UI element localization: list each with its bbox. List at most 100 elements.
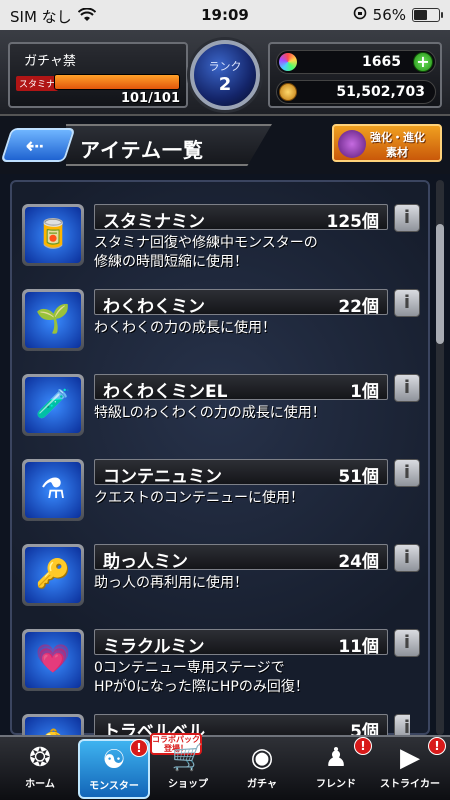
materials-icon bbox=[338, 130, 366, 158]
item-description: 助っ人の再利用に使用！ bbox=[94, 574, 394, 593]
item-desc-line: 特級Lのわくわくの力の成長に使用！ bbox=[94, 405, 326, 421]
nav-gacha[interactable]: ◉ ガチャ bbox=[226, 739, 298, 799]
add-orb-button[interactable]: + bbox=[413, 52, 433, 72]
item-row[interactable]: 🌱 わくわくミン 22個 i わくわくの力の成長に使用！ bbox=[18, 285, 420, 357]
item-row[interactable]: 💗 ミラクルミン 11個 i 0コンテニュー専用ステージで HPが0になった際に… bbox=[18, 625, 420, 697]
item-desc-line: 助っ人の再利用に使用！ bbox=[94, 575, 248, 591]
nav-striker-label: ストライカー bbox=[380, 779, 440, 790]
info-button[interactable]: i bbox=[394, 204, 420, 232]
item-description: クエストのコンテニューに使用！ bbox=[94, 489, 394, 508]
helper-bottle-icon: 🔑 bbox=[25, 547, 81, 603]
item-name: わくわくミン bbox=[103, 297, 205, 317]
item-name: コンテニュミン bbox=[103, 467, 222, 487]
back-button[interactable]: ⇠ bbox=[0, 128, 76, 162]
item-description: スタミナ回復や修練中モンスターの 修練の時間短縮に使用！ bbox=[94, 234, 394, 272]
nav-home[interactable]: ❂ ホーム bbox=[4, 739, 76, 799]
continue-flask-icon: ⚗ bbox=[25, 462, 81, 518]
monster-alert-badge: ! bbox=[130, 739, 148, 757]
item-name-bar: わくわくミンEL 1個 bbox=[94, 374, 388, 402]
player-header: ガチャ禁 スタミナ 101/101 ランク 2 1665 + 51,502,70… bbox=[0, 30, 450, 116]
scroll-thumb[interactable] bbox=[436, 224, 444, 344]
stamina-label: スタミナ bbox=[16, 76, 59, 91]
item-name-bar: ミラクルミン 11個 bbox=[94, 629, 388, 657]
stamina-can-icon: 🥫 bbox=[25, 207, 81, 263]
evo-button-label-2: 素材 bbox=[386, 146, 408, 159]
item-description: 0コンテニュー専用ステージで HPが0になった際にHPのみ回復！ bbox=[94, 659, 394, 697]
bottom-nav: ❂ ホーム ☯ モンスター ! コラボパック 登場！ 🛒 ショップ ◉ ガチャ … bbox=[0, 733, 450, 800]
item-name: ミラクルミン bbox=[103, 637, 205, 657]
item-name: わくわくミンEL bbox=[103, 382, 228, 402]
stamina-panel[interactable]: ガチャ禁 スタミナ 101/101 bbox=[8, 42, 188, 108]
nav-home-label: ホーム bbox=[25, 779, 55, 790]
miracle-heart-icon: 💗 bbox=[25, 632, 81, 688]
item-desc-line: スタミナ回復や修練中モンスターの bbox=[94, 235, 318, 251]
item-icon-frame[interactable]: ⚗ bbox=[22, 459, 84, 521]
info-button[interactable]: i bbox=[394, 459, 420, 487]
item-icon-frame[interactable]: 🔔 bbox=[22, 714, 84, 735]
item-count: 125個 bbox=[326, 212, 380, 232]
nav-shop-label: ショップ bbox=[168, 779, 208, 790]
nav-shop[interactable]: 🛒 ショップ bbox=[152, 739, 224, 799]
nav-friend[interactable]: ♟ フレンド ! bbox=[300, 737, 372, 799]
item-count: 5個 bbox=[350, 722, 379, 735]
striker-alert-badge: ! bbox=[428, 737, 446, 755]
info-button[interactable]: i bbox=[394, 544, 420, 572]
friend-alert-badge: ! bbox=[354, 737, 372, 755]
item-icon-frame[interactable]: 🥫 bbox=[22, 204, 84, 266]
cart-icon: 🛒 bbox=[171, 743, 205, 773]
item-description: わくわくの力の成長に使用！ bbox=[94, 319, 394, 338]
list-scrollbar[interactable] bbox=[436, 180, 444, 735]
item-icon-frame[interactable]: 🧪 bbox=[22, 374, 84, 436]
rank-label: ランク bbox=[208, 60, 242, 73]
rank-badge[interactable]: ランク 2 bbox=[190, 40, 260, 110]
info-button[interactable]: i bbox=[394, 374, 420, 402]
item-desc-line: クエストのコンテニューに使用！ bbox=[94, 490, 304, 506]
item-count: 24個 bbox=[338, 552, 379, 572]
info-button[interactable]: i bbox=[394, 629, 420, 657]
item-icon-frame[interactable]: 🔑 bbox=[22, 544, 84, 606]
travel-bell-icon: 🔔 bbox=[25, 717, 81, 735]
evolution-materials-button[interactable]: 強化・進化 素材 bbox=[332, 124, 442, 162]
item-count: 51個 bbox=[338, 467, 379, 487]
item-name-bar: スタミナミン 125個 bbox=[94, 204, 388, 232]
item-icon-frame[interactable]: 💗 bbox=[22, 629, 84, 691]
info-button[interactable]: i bbox=[394, 714, 410, 735]
gacha-egg-icon: ◉ bbox=[250, 743, 274, 773]
rank-value: 2 bbox=[218, 74, 232, 95]
stamina-fill bbox=[55, 75, 179, 89]
orb-count: 1665 bbox=[362, 54, 401, 70]
battery-percent: 56% bbox=[372, 6, 406, 24]
item-desc-line: HPが0になった際にHPのみ回復！ bbox=[94, 679, 309, 695]
item-row[interactable]: 🧪 わくわくミンEL 1個 i 特級Lのわくわくの力の成長に使用！ bbox=[18, 370, 420, 442]
page-title: アイテム一覧 bbox=[80, 138, 204, 162]
gold-counter: 51,502,703 bbox=[276, 80, 436, 104]
evo-button-label-1: 強化・進化 bbox=[370, 131, 425, 144]
gold-count: 51,502,703 bbox=[336, 84, 425, 100]
gacha-status: ガチャ禁 bbox=[24, 54, 76, 69]
back-arrow-icon: ⇠ bbox=[25, 134, 44, 159]
item-name: スタミナミン bbox=[103, 212, 205, 232]
stamina-bar bbox=[54, 74, 180, 90]
item-name-bar: コンテニュミン 51個 bbox=[94, 459, 388, 487]
item-row[interactable]: 🥫 スタミナミン 125個 i スタミナ回復や修練中モンスターの 修練の時間短縮… bbox=[18, 200, 420, 272]
nav-gacha-label: ガチャ bbox=[247, 779, 277, 790]
orientation-lock-icon bbox=[353, 6, 367, 24]
currency-panel: 1665 + 51,502,703 bbox=[268, 42, 442, 108]
stamina-value: 101/101 bbox=[120, 91, 180, 106]
item-desc-line: 0コンテニュー専用ステージで bbox=[94, 660, 285, 676]
sprout-bottle-icon: 🌱 bbox=[25, 292, 81, 348]
status-right: 56% bbox=[353, 6, 443, 24]
info-button[interactable]: i bbox=[394, 289, 420, 317]
nav-monster[interactable]: ☯ モンスター ! bbox=[78, 739, 150, 799]
orb-icon bbox=[279, 53, 297, 71]
item-desc-line: わくわくの力の成長に使用！ bbox=[94, 320, 276, 336]
item-name-bar: トラベルベル 5個 bbox=[94, 714, 388, 735]
nav-striker[interactable]: ▶ ストライカー ! bbox=[374, 737, 446, 799]
item-row[interactable]: ⚗ コンテニュミン 51個 i クエストのコンテニューに使用！ bbox=[18, 455, 420, 527]
item-row[interactable]: 🔑 助っ人ミン 24個 i 助っ人の再利用に使用！ bbox=[18, 540, 420, 612]
nav-monster-label: モンスター bbox=[89, 781, 139, 792]
item-count: 11個 bbox=[338, 637, 379, 657]
status-bar: SIM なし 19:09 56% bbox=[0, 0, 450, 30]
item-icon-frame[interactable]: 🌱 bbox=[22, 289, 84, 351]
item-row[interactable]: 🔔 トラベルベル 5個 i bbox=[18, 710, 410, 735]
